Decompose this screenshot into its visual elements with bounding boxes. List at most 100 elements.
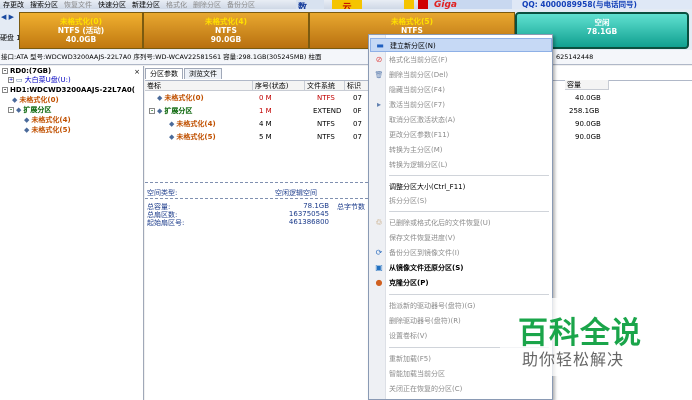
capacity-cell: 40.0GB [575,94,601,102]
capacity-cell: 90.0GB [575,133,601,141]
toolbar-backup-partition[interactable]: 备份分区 [224,0,258,9]
row-id: 0F [353,107,362,115]
tree-node-partition-4[interactable]: ◆ 未格式化(4) [24,116,71,125]
menu-item-new-partition[interactable]: ▬ 建立新分区(N) [370,38,552,52]
prop-start-value: 461386800 [288,218,329,226]
expand-icon[interactable]: + [8,77,14,83]
tree-node-hd1[interactable]: - HD1:WDCWD3200AAJS-22L7A0( [2,86,135,95]
menu-item-close-recovering[interactable]: 关闭正在恢复的分区(C) [370,382,552,396]
menu-item-label: 删除当前分区(Del) [389,71,449,79]
tree-node-partition-0[interactable]: ◆ 未格式化(0) [12,96,59,105]
toolbar-format[interactable]: 格式化 [163,0,190,9]
menu-item-deactivate[interactable]: 取消分区激活状态(A) [370,113,552,127]
menu-item-hide[interactable]: 隐藏当前分区(F4) [370,83,552,97]
partition-icon: ◆ [24,116,30,124]
partition-icon: ◆ [169,133,175,141]
menu-item-activate[interactable]: ▸ 激活当前分区(F7) [370,98,552,112]
row-label-text: 扩展分区 [164,107,193,115]
menu-item-label: 转换为逻辑分区(L) [389,161,448,169]
menu-item-resize[interactable]: 调整分区大小(Ctrl_F11) [370,180,552,194]
disk-nav-arrows[interactable]: ◀ ▶ [1,13,14,21]
menu-item-save-progress[interactable]: 保存文件恢复进度(V) [370,231,552,245]
row-label: ◆ 未格式化(5) [167,131,216,144]
segment-fs: NTFS [215,26,237,35]
menu-item-split[interactable]: 拆分分区(S) [370,194,552,208]
menu-item-to-primary[interactable]: 转换为主分区(M) [370,143,552,157]
column-header-number[interactable]: 序号(状态) [253,81,305,91]
tree-node-label: 未格式化(0) [19,96,59,104]
column-header-filesystem[interactable]: 文件系统 [305,81,345,91]
menu-item-backup-image[interactable]: ⟳ 备份分区到镜像文件(I) [370,246,552,260]
column-header-id[interactable]: 标识 [345,81,369,91]
toolbar-new-partition[interactable]: 新建分区 [129,0,163,9]
toolbar-quick-partition[interactable]: 快速分区 [95,0,129,9]
row-label: ◆ 未格式化(4) [167,118,216,131]
disk-segment-partition-4[interactable]: 未格式化(4) NTFS 90.0GB [143,12,309,49]
ad-banner-brand[interactable]: Giga [428,0,512,10]
close-icon[interactable]: × [134,68,140,76]
menu-item-label: 激活当前分区(F7) [389,101,445,109]
prop-sectors-value: 163750545 [288,210,329,218]
menu-item-label: 转换为主分区(M) [389,146,443,154]
menu-item-clone[interactable]: ● 克隆分区(P) [370,276,552,290]
row-fs: NTFS [317,120,335,128]
menu-item-change-params[interactable]: 更改分区参数(F11) [370,128,552,142]
segment-size: 90.0GB [210,35,242,44]
row-label: - ◆ 扩展分区 [147,105,192,118]
ad-banner-left[interactable]: 数 [296,0,324,13]
menu-item-label: 取消分区激活状态(A) [389,116,456,124]
row-id: 07 [353,120,362,128]
menu-item-restore-image[interactable]: ▣ 从镜像文件还原分区(S) [370,261,552,275]
menu-item-recover-files[interactable]: ♲ 已删除或格式化后的文件恢复(U) [370,216,552,230]
toolbar-recover-files[interactable]: 恢复文件 [61,0,95,9]
segment-size: 40.0GB [65,35,97,44]
tree-node-usb[interactable]: + ▭ 大白菜U盘(U:) [8,76,71,85]
menu-item-label: 设置卷标(V) [389,332,428,340]
divider [145,182,373,183]
tree-node-partition-5[interactable]: ◆ 未格式化(5) [24,126,71,135]
ad-banner-mid[interactable]: 云 [332,0,362,13]
recover-icon: ♲ [375,218,383,227]
row-number: 4 M [259,120,272,128]
menu-item-delete[interactable]: 🗑 删除当前分区(Del) [370,68,552,82]
collapse-icon[interactable]: - [2,68,8,74]
menu-item-label: 建立新分区(N) [390,42,436,50]
partition-icon: ◆ [12,96,18,104]
disk-info-text: 接口:ATA 型号:WDCWD3200AAJS-22L7A0 序列号:WD-WC… [1,53,322,61]
menu-item-format[interactable]: ⊘ 格式化当前分区(F) [370,53,552,67]
tree-node-rd0[interactable]: - RD0:(7GB) [2,67,51,76]
collapse-icon[interactable]: - [8,107,14,113]
menu-item-to-logical[interactable]: 转换为逻辑分区(L) [370,158,552,172]
row-id: 07 [353,133,362,141]
menu-item-label: 拆分分区(S) [389,197,427,205]
menu-item-label: 关闭正在恢复的分区(C) [389,385,463,393]
menu-item-label: 指派新的驱动器号(盘符)(G) [389,302,476,310]
menu-item-label: 克隆分区(P) [389,279,429,287]
row-label-text: 未格式化(5) [176,133,216,141]
capacity-cell: 258.1GB [569,107,600,115]
ad-banner-block [404,0,414,9]
menu-separator [389,211,549,212]
column-header-capacity[interactable]: 容量 [565,80,609,90]
menu-item-label: 从镜像文件还原分区(S) [389,264,464,272]
column-header-label[interactable]: 卷标 [145,81,253,91]
toolbar-save-changes[interactable]: 存更改 [0,0,27,9]
ad-banner-block-red [418,0,428,9]
partition-icon: ◆ [24,126,30,134]
tree-node-extended[interactable]: - ◆ 扩展分区 [8,106,51,115]
prop-type-value: 空闲逻辑空间 [275,189,317,197]
toolbar-search-partition[interactable]: 搜索分区 [27,0,61,9]
divider [145,198,373,199]
disk-segment-partition-0[interactable]: 未格式化(0) NTFS (活动) 40.0GB [19,12,143,49]
collapse-icon[interactable]: - [2,87,8,93]
tree-node-label: HD1:WDCWD3200AAJS-22L7A0( [10,86,135,94]
toolbar-delete-partition[interactable]: 删除分区 [190,0,224,9]
new-partition-icon: ▬ [376,41,384,50]
segment-name: 未格式化(0) [59,17,103,26]
tree-node-label: 扩展分区 [23,106,52,114]
menu-item-label: 智能加载当前分区 [389,370,445,378]
prop-bytes-label: 总字节数 [337,203,365,211]
tab-browse-files[interactable]: 浏览文件 [184,68,222,79]
collapse-icon[interactable]: - [149,108,155,114]
tab-partition-params[interactable]: 分区参数 [145,68,183,79]
